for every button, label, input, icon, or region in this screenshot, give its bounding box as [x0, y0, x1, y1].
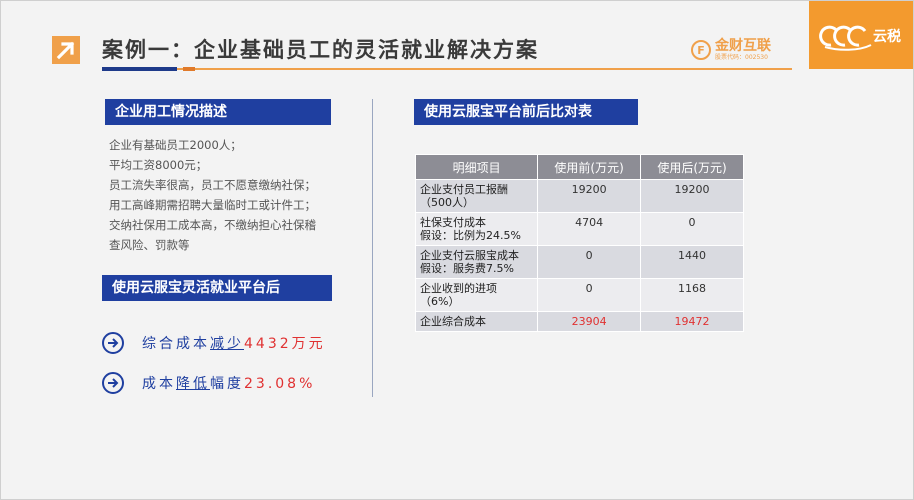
column-divider [372, 99, 373, 397]
table-row: 企业支付云服宝成本 假设：服务费7.5% 0 1440 [414, 245, 744, 279]
table-cell-item: 企业支付云服宝成本 假设：服务费7.5% [414, 245, 539, 279]
desc-line: 企业有基础员工2000人； [109, 138, 242, 152]
benefit-label: 成本 [142, 376, 176, 392]
table-cell-before: 19200 [537, 179, 642, 213]
table-cell-before: 4704 [537, 212, 642, 246]
table-row: 企业综合成本 23904 19472 [414, 311, 744, 332]
section-title-comparison: 使用云服宝平台前后比对表 [414, 99, 638, 125]
table-cell-after: 19200 [640, 179, 744, 213]
brand-logo: F 金财互联 股票代码：002530 [691, 35, 771, 65]
title-underline-accent [102, 67, 177, 71]
table-cell-after: 1168 [640, 278, 744, 312]
benefit-label-underlined: 减少 [210, 336, 244, 352]
benefit-cost-rate: 成本降低幅度23.08% [102, 370, 315, 396]
table-cell-before: 0 [537, 278, 642, 312]
table-row: 企业收到的进项 （6%） 0 1168 [414, 278, 744, 312]
column-header: 明细项目 [414, 154, 539, 180]
section-title-situation: 企业用工情况描述 [105, 99, 331, 125]
table-row: 社保支付成本 假设：比例为24.5% 4704 0 [414, 212, 744, 246]
desc-line: 查风险、罚款等 [109, 238, 190, 252]
arrow-right-circle-icon [102, 332, 124, 354]
arrow-right-circle-icon [102, 372, 124, 394]
section-title-after: 使用云服宝灵活就业平台后 [102, 275, 332, 301]
brand-stock-code: 股票代码：002530 [715, 54, 768, 61]
desc-line: 用工高峰期需招聘大量临时工或计件工； [109, 198, 316, 212]
desc-line: 平均工资8000元； [109, 158, 208, 172]
desc-line: 员工流失率很高，员工不愿意缴纳社保； [109, 178, 316, 192]
arrow-up-right-icon [52, 36, 80, 64]
benefit-cost-reduction: 综合成本减少4432万元 [102, 330, 326, 356]
table-cell-after: 19472 [640, 311, 744, 332]
table-cell-item: 企业支付员工报酬 （500人） [414, 179, 539, 213]
benefit-value: 23.08% [244, 376, 316, 392]
column-header: 使用后(万元) [640, 154, 744, 180]
table-cell-item: 社保支付成本 假设：比例为24.5% [414, 212, 539, 246]
benefit-label-underlined: 降低 [176, 376, 210, 392]
slide: 案例一：企业基础员工的灵活就业解决方案 F 金财互联 股票代码：002530 云… [0, 0, 914, 500]
table-cell-before: 23904 [537, 311, 642, 332]
page-title: 案例一：企业基础员工的灵活就业解决方案 [102, 38, 539, 62]
benefit-label-suffix: 幅度 [210, 376, 244, 392]
cloud-logo: 云税 [809, 1, 913, 69]
brand-mark-icon: F [691, 40, 711, 60]
logo-text: 云税 [873, 28, 901, 45]
situation-description: 企业有基础员工2000人； 平均工资8000元； 员工流失率很高，员工不愿意缴纳… [109, 135, 339, 255]
desc-line: 交纳社保用工成本高，不缴纳担心社保稽 [109, 218, 316, 232]
column-header: 使用前(万元) [537, 154, 642, 180]
benefit-label: 综合成本 [142, 336, 210, 352]
table-cell-after: 0 [640, 212, 744, 246]
title-underline [102, 68, 792, 70]
brand-name: 金财互联 [715, 38, 771, 54]
comparison-table: 明细项目 使用前(万元) 使用后(万元) 企业支付员工报酬 （500人） 1920… [414, 154, 744, 332]
table-cell-after: 1440 [640, 245, 744, 279]
table-cell-item: 企业综合成本 [414, 311, 539, 332]
table-row: 企业支付员工报酬 （500人） 19200 19200 [414, 179, 744, 213]
title-underline-accent-small [183, 67, 195, 71]
table-cell-before: 0 [537, 245, 642, 279]
table-header-row: 明细项目 使用前(万元) 使用后(万元) [414, 154, 744, 180]
table-cell-item: 企业收到的进项 （6%） [414, 278, 539, 312]
benefit-value: 4432万元 [244, 336, 326, 352]
